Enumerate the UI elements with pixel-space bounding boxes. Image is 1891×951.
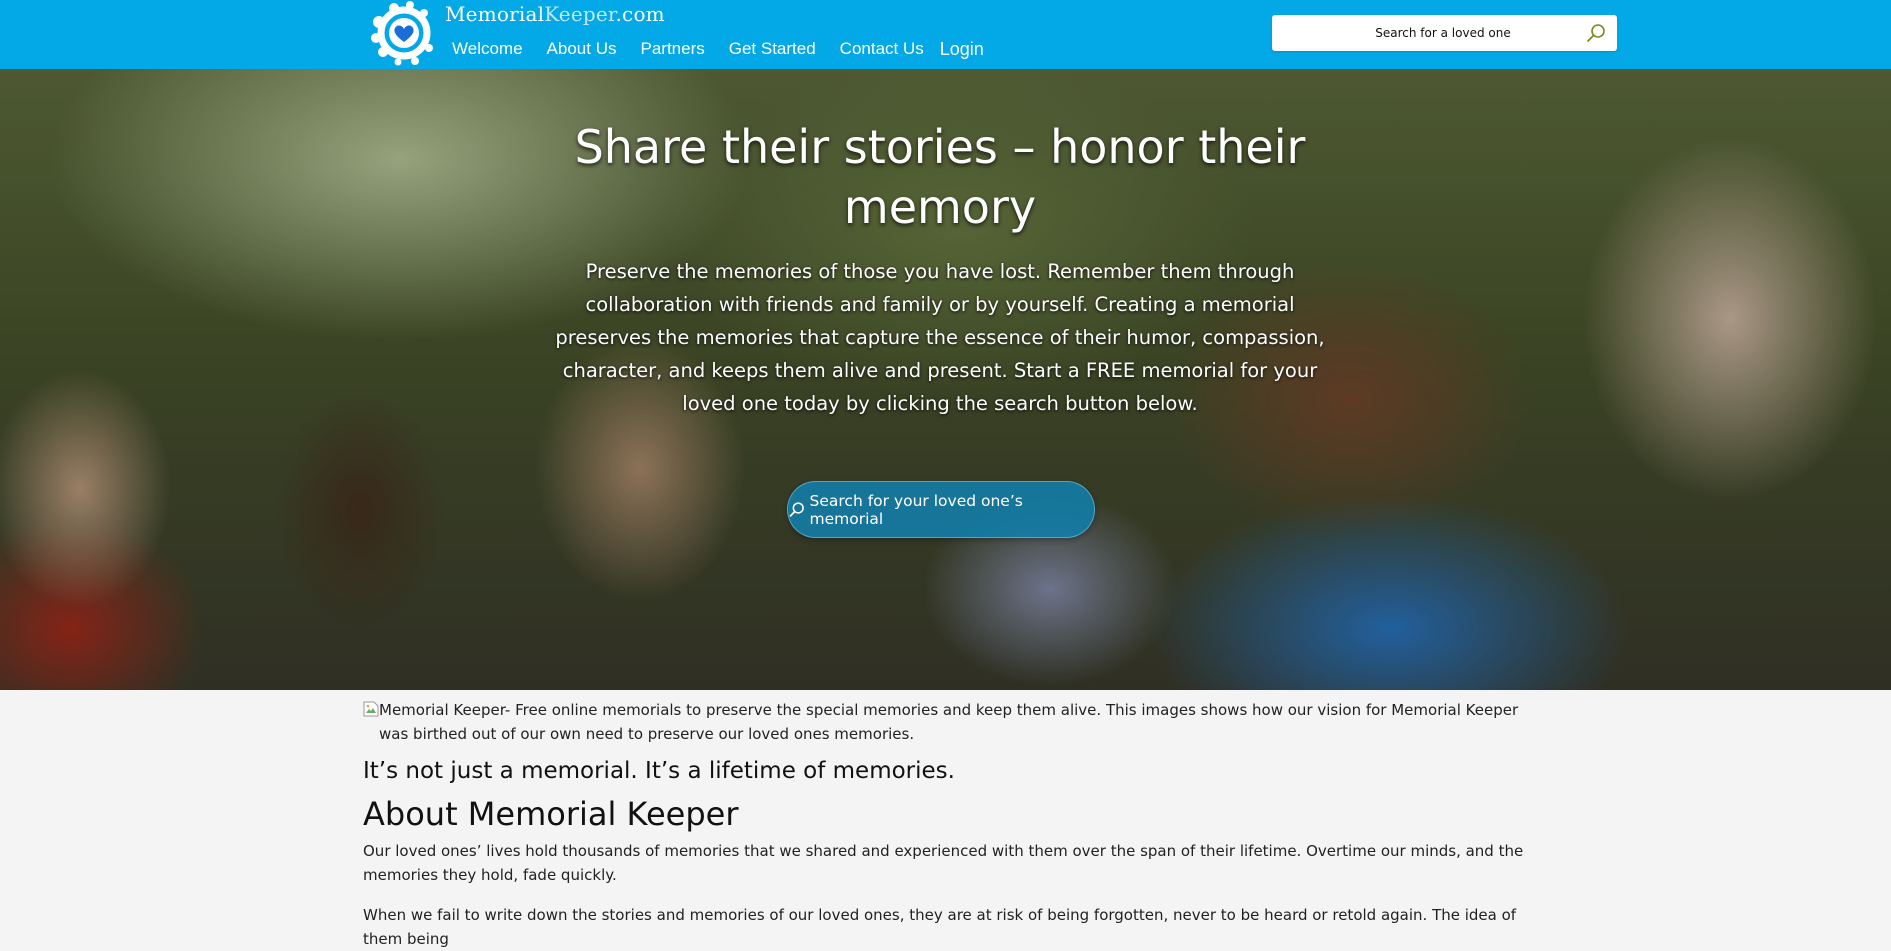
brand-keeper: Keeper bbox=[544, 2, 616, 26]
heart-circle-logo-icon[interactable] bbox=[362, 0, 434, 67]
search-memorial-button-label: Search for your loved one’s memorial bbox=[809, 491, 1023, 528]
nav-about-us[interactable]: About Us bbox=[547, 39, 617, 59]
brand-tld: .com bbox=[615, 2, 665, 26]
brand-memorial: Memorial bbox=[445, 2, 545, 26]
main-nav: Welcome About Us Partners Get Started Co… bbox=[440, 36, 996, 62]
nav-login[interactable]: Login bbox=[940, 39, 984, 60]
search-memorial-button[interactable]: Search for your loved one’s memorial bbox=[787, 481, 1095, 538]
main-content: Memorial Keeper- Free online memorials t… bbox=[363, 698, 1528, 951]
image-alt-text: Memorial Keeper- Free online memorials t… bbox=[379, 701, 1519, 743]
nav-contact-us[interactable]: Contact Us bbox=[840, 39, 924, 59]
brand-name[interactable]: MemorialKeeper.com bbox=[445, 2, 665, 26]
search-input[interactable] bbox=[1272, 15, 1572, 51]
search-icon[interactable] bbox=[1585, 22, 1607, 44]
hero-title: Share their stories – honor their memory bbox=[574, 120, 1306, 234]
broken-image: Memorial Keeper- Free online memorials t… bbox=[363, 698, 1528, 746]
search-box bbox=[1272, 15, 1617, 51]
hero-section: Share their stories – honor their memory… bbox=[0, 69, 1891, 690]
hero-content: Share their stories – honor their memory… bbox=[540, 117, 1340, 420]
broken-image-icon bbox=[363, 701, 379, 717]
hero-description: Preserve the memories of those you have … bbox=[555, 260, 1325, 415]
top-header: MemorialKeeper.com Welcome About Us Part… bbox=[0, 0, 1891, 69]
nav-get-started[interactable]: Get Started bbox=[729, 39, 816, 59]
about-paragraph-2: When we fail to write down the stories a… bbox=[363, 906, 1517, 948]
search-icon bbox=[789, 501, 804, 517]
nav-welcome[interactable]: Welcome bbox=[452, 39, 523, 59]
tagline: It’s not just a memorial. It’s a lifetim… bbox=[363, 758, 955, 784]
nav-partners[interactable]: Partners bbox=[640, 39, 704, 59]
about-paragraph-1: Our loved ones’ lives hold thousands of … bbox=[363, 842, 1524, 884]
about-title: About Memorial Keeper bbox=[363, 795, 739, 833]
